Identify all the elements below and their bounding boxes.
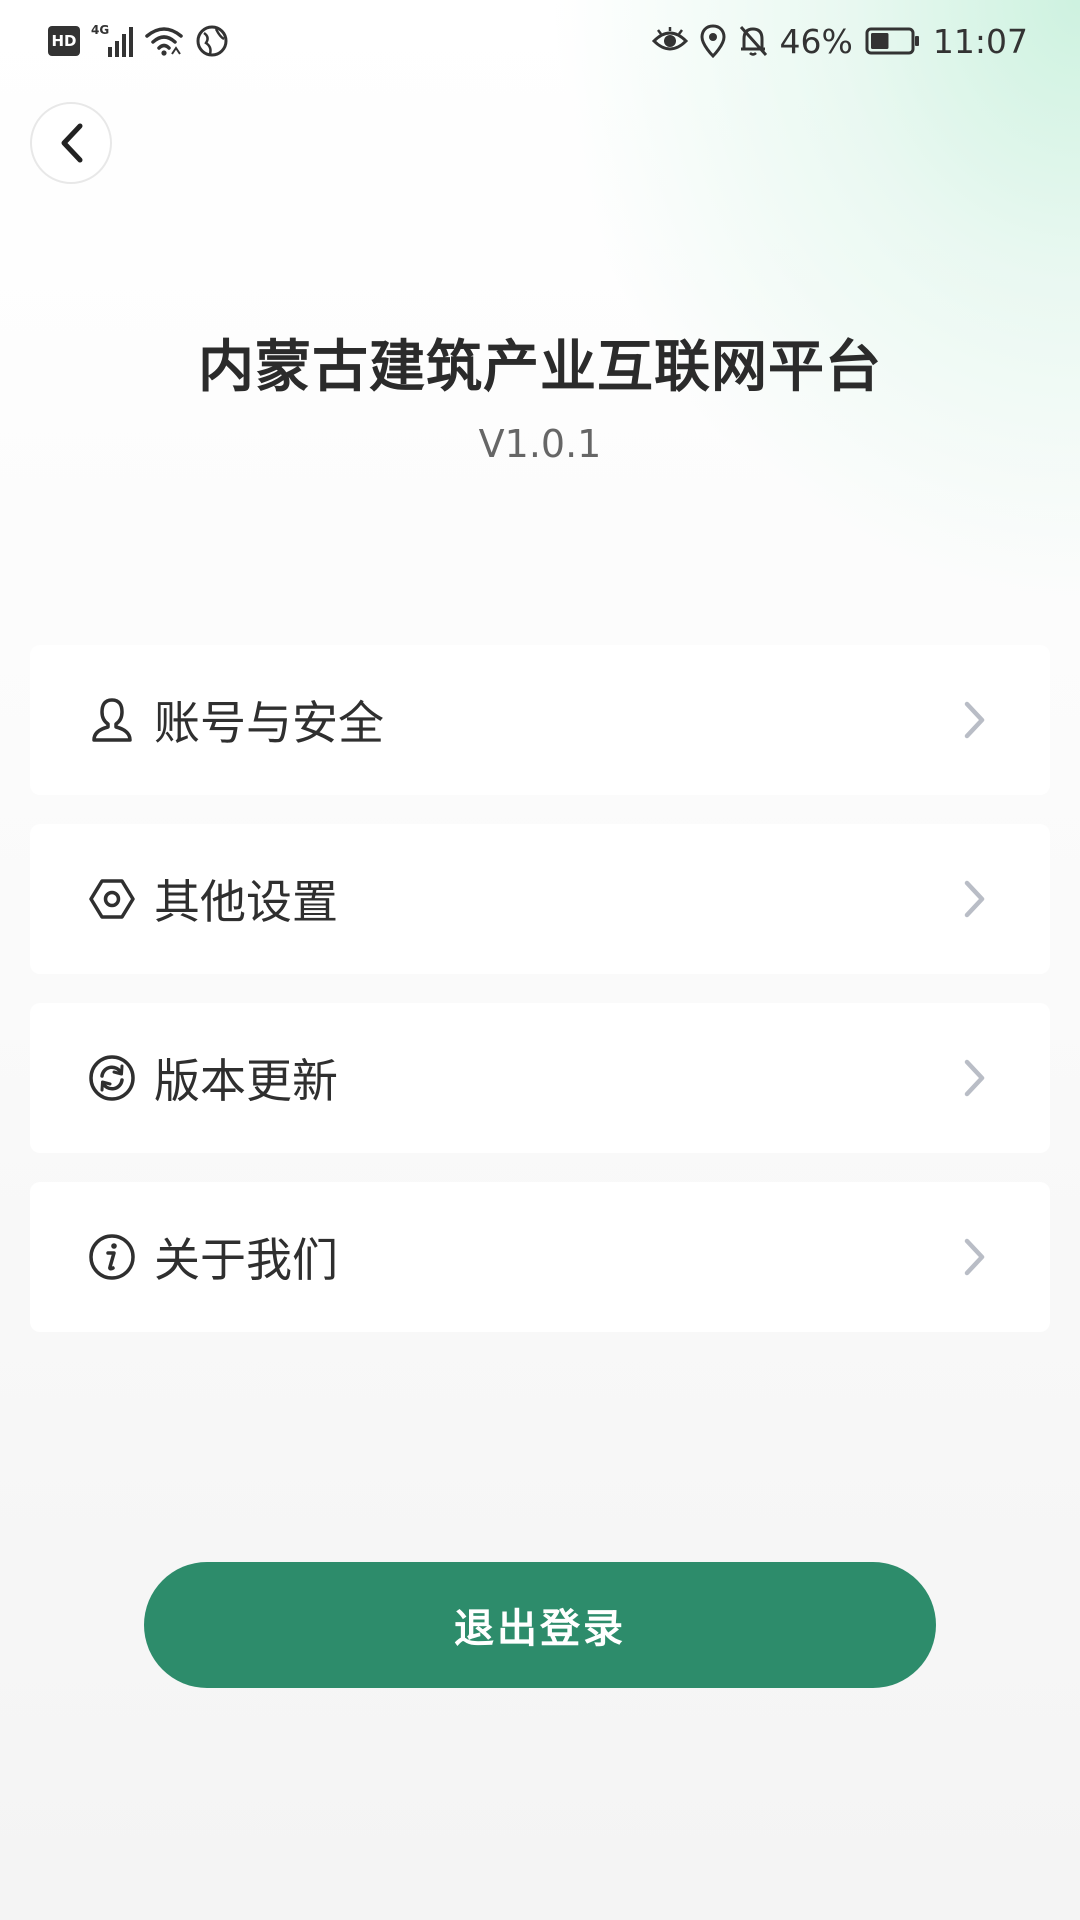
chevron-right-icon bbox=[964, 1238, 985, 1276]
battery-percent: 46% bbox=[779, 21, 853, 61]
app-title: 内蒙古建筑产业互联网平台 bbox=[198, 335, 882, 400]
settings-menu: 账号与安全 其他设置 版本更新 关于我们 bbox=[30, 645, 1050, 1361]
wifi-icon bbox=[145, 27, 183, 56]
menu-item-label: 其他设置 bbox=[154, 875, 338, 929]
status-bar-right: 46% 11:07 bbox=[651, 18, 1028, 64]
menu-item-version-update[interactable]: 版本更新 bbox=[30, 1003, 1050, 1153]
menu-item-label: 关于我们 bbox=[154, 1233, 338, 1287]
chevron-right-icon bbox=[964, 1059, 985, 1097]
network-type-label: 4G bbox=[91, 23, 109, 37]
refresh-icon bbox=[88, 1054, 136, 1102]
back-button[interactable] bbox=[30, 102, 112, 184]
logout-button[interactable]: 退出登录 bbox=[144, 1562, 936, 1688]
globe-icon bbox=[196, 25, 228, 57]
battery-icon bbox=[865, 27, 919, 55]
menu-item-about-us[interactable]: 关于我们 bbox=[30, 1182, 1050, 1332]
status-bar: HD 4G 46% 11:07 bbox=[0, 0, 1080, 82]
app-version: V1.0.1 bbox=[478, 422, 602, 466]
menu-item-other-settings[interactable]: 其他设置 bbox=[30, 824, 1050, 974]
signal-icon: 4G bbox=[91, 23, 133, 57]
bell-off-icon bbox=[739, 26, 767, 56]
info-icon bbox=[88, 1233, 136, 1281]
menu-item-label: 账号与安全 bbox=[154, 696, 384, 750]
hexagon-settings-icon bbox=[88, 875, 136, 923]
location-icon bbox=[700, 24, 726, 58]
menu-item-account-security[interactable]: 账号与安全 bbox=[30, 645, 1050, 795]
chevron-right-icon bbox=[964, 880, 985, 918]
hd-badge: HD bbox=[48, 26, 80, 56]
clock: 11:07 bbox=[932, 21, 1028, 61]
chevron-left-icon bbox=[61, 123, 83, 163]
menu-item-label: 版本更新 bbox=[154, 1054, 338, 1108]
status-bar-left: HD 4G bbox=[48, 20, 230, 62]
eye-icon bbox=[651, 27, 688, 51]
chevron-right-icon bbox=[964, 701, 985, 739]
user-icon bbox=[88, 696, 136, 744]
